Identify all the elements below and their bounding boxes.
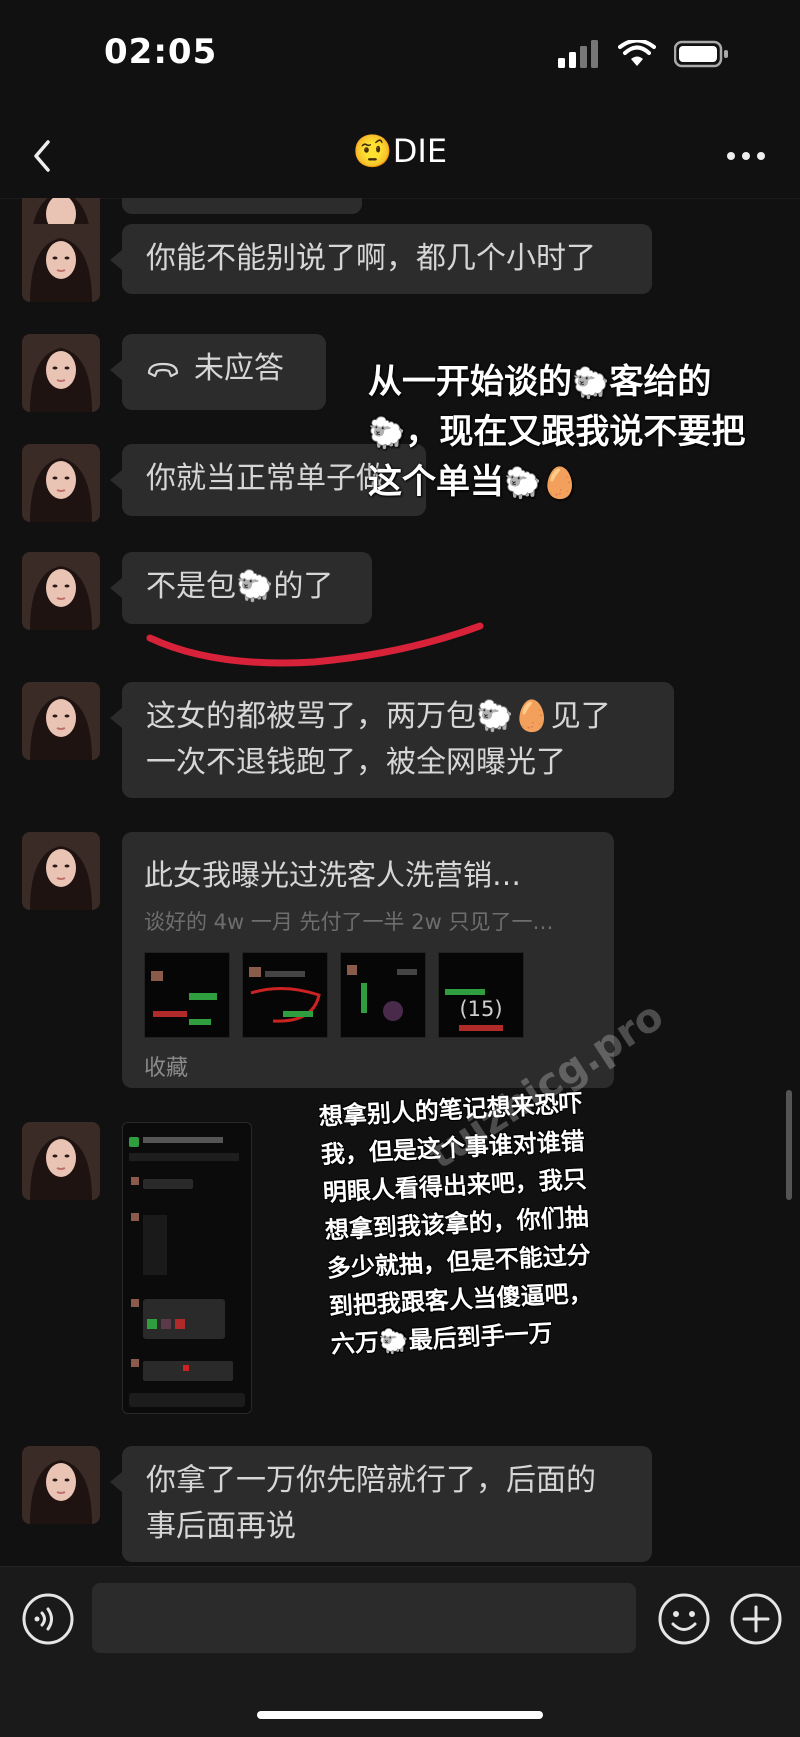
sheep-emoji: 🐑 (572, 366, 610, 401)
annotation-line: 从一开始谈的🐑客给的 (368, 362, 712, 402)
favorite-thumbnail[interactable] (144, 952, 230, 1038)
message-list[interactable]: 你能不能别说了啊，都几个小时了 未应答 你就当正常单子做 不是包🐑的了 这女的都… (0, 198, 800, 1566)
title-text: DIE (392, 132, 448, 170)
avatar[interactable] (22, 444, 100, 522)
chat-header: 🤨DIE (0, 110, 800, 199)
battery-icon (674, 40, 728, 68)
sheep-emoji: 🐑 (236, 569, 274, 604)
sheep-egg-emoji: 🐑🥚 (504, 466, 579, 501)
favorite-thumbnail-more[interactable]: (15) (438, 952, 524, 1038)
message-bubble[interactable]: 你拿了一万你先陪就行了，后面的 事后面再说 (110, 1446, 652, 1562)
favorite-footer-label: 收藏 (144, 1056, 189, 1081)
favorite-thumbnail[interactable] (242, 952, 328, 1038)
favorite-title: 此女我曝光过洗客人洗营销… (144, 858, 522, 892)
missed-call-bubble[interactable]: 未应答 (110, 334, 326, 410)
add-more-icon[interactable] (728, 1591, 784, 1647)
favorite-card[interactable]: 此女我曝光过洗客人洗营销… 谈好的 4w 一月 先付了一半 2w 只见了一… (… (122, 832, 614, 1088)
phone-hangup-icon (147, 362, 179, 377)
scrollbar[interactable] (786, 1090, 792, 1200)
sheep-emoji: 🐑 (378, 1326, 410, 1357)
message-line: 事后面再说 (146, 1509, 296, 1544)
message-bubble[interactable]: 不是包🐑的了 (110, 552, 372, 624)
avatar[interactable] (22, 682, 100, 760)
voice-input-icon[interactable] (20, 1591, 76, 1647)
missed-call-label: 未应答 (194, 351, 284, 386)
message-bubble[interactable]: 你能不能别说了啊，都几个小时了 (110, 224, 652, 294)
emoji-icon[interactable] (656, 1591, 712, 1647)
annotation-line: 🐑，现在又跟我说不要把 (368, 412, 746, 452)
image-message[interactable] (122, 1122, 252, 1414)
message-line: 你拿了一万你先陪就行了，后面的 (146, 1463, 596, 1498)
wifi-icon (618, 40, 656, 66)
red-underline-mark (146, 622, 484, 667)
annotation-overlay-top: 从一开始谈的🐑客给的 🐑，现在又跟我说不要把 这个单当🐑🥚 (368, 358, 745, 508)
signal-icon (558, 40, 598, 68)
chat-title: 🤨DIE (0, 132, 800, 170)
avatar[interactable] (22, 552, 100, 630)
partial-message-bubble (122, 198, 362, 214)
sheep-emoji: 🐑 (368, 416, 406, 451)
avatar[interactable] (22, 832, 100, 910)
input-bar (0, 1566, 800, 1737)
avatar[interactable] (22, 1122, 100, 1200)
status-icons (558, 40, 730, 68)
more-options-icon[interactable] (726, 150, 766, 162)
message-bubble[interactable]: 这女的都被骂了，两万包🐑🥚见了 一次不退钱跑了，被全网曝光了 (110, 682, 674, 798)
image-count: (15) (459, 997, 503, 1021)
status-time: 02:05 (104, 32, 218, 72)
avatar[interactable] (22, 224, 100, 302)
favorite-thumbnail[interactable] (340, 952, 426, 1038)
message-input[interactable] (92, 1583, 636, 1653)
avatar[interactable] (22, 1446, 100, 1524)
status-bar: 02:05 (0, 0, 800, 110)
favorite-description: 谈好的 4w 一月 先付了一半 2w 只见了一… (144, 910, 554, 934)
avatar[interactable] (22, 334, 100, 412)
home-indicator (257, 1711, 543, 1719)
message-line: 这女的都被骂了，两万包🐑🥚见了 (146, 699, 611, 734)
annotation-line: 这个单当🐑🥚 (368, 462, 579, 502)
title-emoji: 🤨 (352, 132, 393, 170)
message-line: 一次不退钱跑了，被全网曝光了 (146, 745, 566, 780)
sheep-egg-emoji: 🐑🥚 (476, 699, 551, 734)
